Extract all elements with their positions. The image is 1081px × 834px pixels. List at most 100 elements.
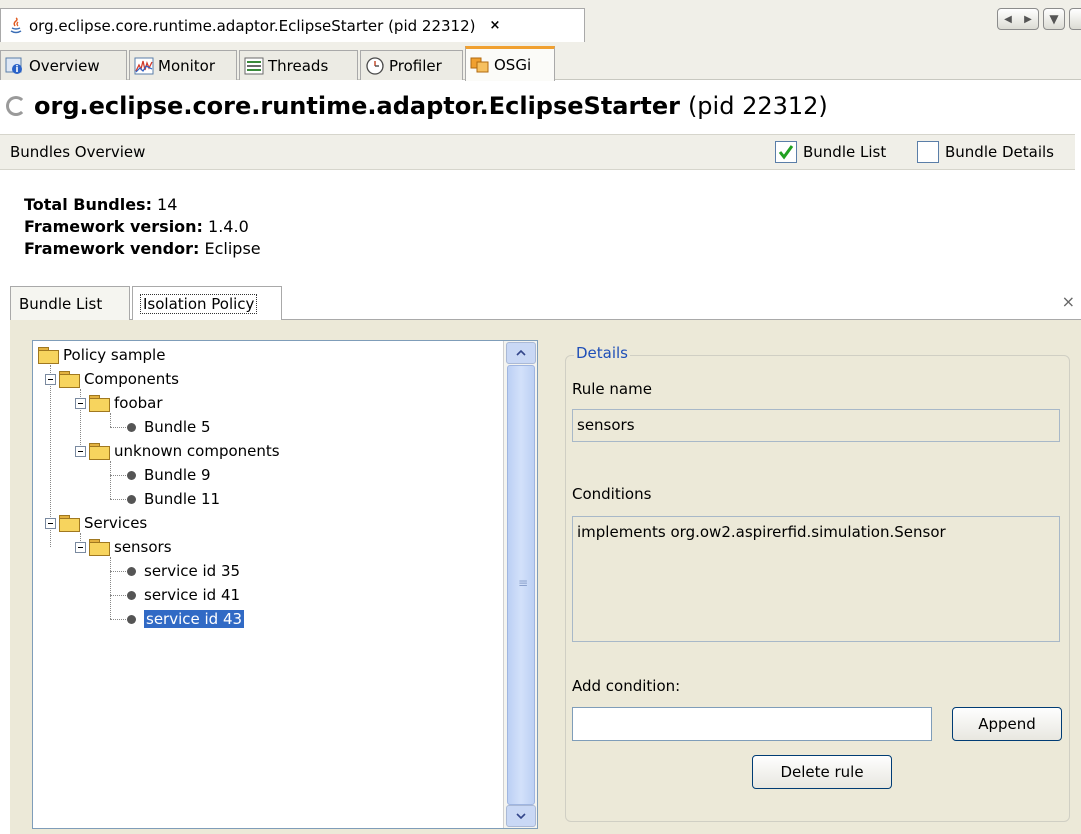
close-icon[interactable]: × [489,18,500,33]
arrow-right-icon[interactable]: ▶ [1024,14,1032,25]
folder-icon [88,539,110,556]
monitor-chart-icon [134,57,154,74]
arrow-left-icon[interactable]: ◀ [1004,14,1012,25]
checkbox-label: Bundle Details [945,143,1054,161]
bullet-icon [127,590,136,600]
tree-line [110,557,111,619]
collapse-icon[interactable] [45,517,56,529]
tree-viewport: Policy sample Components foobar Bundle 5… [33,341,503,828]
folder-icon [88,443,110,460]
chevron-down-icon [516,813,526,819]
total-bundles-label: Total Bundles: [24,195,152,214]
bundle-details-checkbox[interactable]: Bundle Details [917,141,1054,163]
checkbox-label: Bundle List [803,143,887,161]
tab-list-button[interactable]: ▼ [1043,8,1065,30]
tab-threads[interactable]: Threads [239,50,358,80]
process-id: (pid 22312) [687,92,828,120]
tab-label: Profiler [389,56,442,75]
document-tab-title: org.eclipse.core.runtime.adaptor.Eclipse… [29,16,476,35]
conditions-list[interactable]: implements org.ow2.aspirerfid.simulation… [572,516,1060,642]
tree-line [110,571,126,572]
tree-line [110,619,126,620]
tab-label: Threads [268,56,329,75]
framework-version-label: Framework version: [24,217,203,236]
close-icon[interactable]: × [1062,292,1075,311]
folder-icon [88,395,110,412]
tree-node-service-43[interactable]: service id 43 [127,608,245,630]
tree-node-sensors[interactable]: sensors [75,536,172,558]
tree-node-label: service id 41 [144,586,241,604]
tab-osgi[interactable]: OSGi [465,46,555,81]
tree-node-label: Bundle 9 [144,466,211,484]
chevron-up-icon [516,350,526,356]
document-tab[interactable]: org.eclipse.core.runtime.adaptor.Eclipse… [0,8,585,42]
total-bundles-row: Total Bundles: 14 [24,194,261,216]
delete-rule-button[interactable]: Delete rule [752,755,892,789]
tree-node-label: Policy sample [63,346,166,364]
tree-node-bundle-9[interactable]: Bundle 9 [127,464,211,486]
tree-node-label: foobar [114,394,163,412]
vertical-scrollbar[interactable] [503,341,537,828]
policy-tree[interactable]: Policy sample Components foobar Bundle 5… [32,340,538,829]
scroll-thumb[interactable] [507,365,535,805]
tree-line [110,499,126,500]
tree-node-policy-sample[interactable]: Policy sample [37,344,165,366]
bundle-list-checkbox[interactable]: Bundle List [775,141,886,163]
scroll-down-button[interactable] [506,805,536,827]
tree-node-bundle-11[interactable]: Bundle 11 [127,488,220,510]
details-legend: Details [574,344,631,362]
checkbox-checked[interactable] [775,141,797,163]
restore-window-button[interactable] [1069,8,1081,30]
tree-node-unknown-components[interactable]: unknown components [75,440,280,462]
tree-node-services[interactable]: Services [45,512,147,534]
tab-label: Isolation Policy [139,293,258,314]
tree-node-service-35[interactable]: service id 35 [127,560,240,582]
application-name: org.eclipse.core.runtime.adaptor.Eclipse… [34,92,680,120]
tree-node-label: Services [84,514,148,532]
tree-node-label: Bundle 5 [144,418,211,436]
checkbox-unchecked[interactable] [917,141,939,163]
tab-label: Bundle List [19,294,103,313]
framework-vendor-value: Eclipse [199,239,261,258]
tree-node-components[interactable]: Components [45,368,179,390]
framework-version-value: 1.4.0 [202,217,249,236]
add-condition-label: Add condition: [572,677,681,695]
tree-node-label: sensors [114,538,172,556]
framework-vendor-row: Framework vendor: Eclipse [24,238,261,260]
framework-vendor-label: Framework vendor: [24,239,200,258]
clock-icon [366,56,384,75]
page-title: org.eclipse.core.runtime.adaptor.Eclipse… [6,92,828,120]
tab-bundle-list[interactable]: Bundle List [10,286,130,320]
tab-label: Overview [29,56,100,75]
collapse-icon[interactable] [75,445,86,457]
tab-monitor[interactable]: Monitor [129,50,237,80]
add-condition-input[interactable] [572,707,932,741]
tree-node-foobar[interactable]: foobar [75,392,163,414]
tab-navigation: ◀ ▶ ▼ [997,8,1081,30]
osgi-icon [470,57,489,73]
framework-summary: Total Bundles: 14 Framework version: 1.4… [24,194,261,260]
collapse-icon[interactable] [75,397,86,409]
chevron-down-icon: ▼ [1049,12,1059,26]
folder-icon [58,515,80,532]
collapse-icon[interactable] [45,373,56,385]
tab-isolation-policy[interactable]: Isolation Policy [132,286,282,320]
append-button[interactable]: Append [952,707,1062,741]
framework-version-row: Framework version: 1.4.0 [24,216,261,238]
scroll-tabs-button[interactable]: ◀ ▶ [997,8,1039,30]
tab-label: OSGi [494,56,532,74]
collapse-icon[interactable] [75,541,86,553]
folder-icon [58,371,80,388]
section-title: Bundles Overview [10,143,146,161]
rule-name-field[interactable]: sensors [572,409,1060,442]
tree-line [110,595,126,596]
tree-node-bundle-5[interactable]: Bundle 5 [127,416,211,438]
conditions-label: Conditions [572,485,652,503]
tree-node-label: service id 35 [144,562,241,580]
scroll-up-button[interactable] [506,342,536,364]
tab-profiler[interactable]: Profiler [360,50,463,80]
inner-tab-bar: Bundle List Isolation Policy × [10,286,1081,320]
tree-node-service-41[interactable]: service id 41 [127,584,240,606]
tab-overview[interactable]: Overview [0,50,127,80]
bundles-overview-bar: Bundles Overview Bundle List Bundle Deta… [0,134,1075,170]
